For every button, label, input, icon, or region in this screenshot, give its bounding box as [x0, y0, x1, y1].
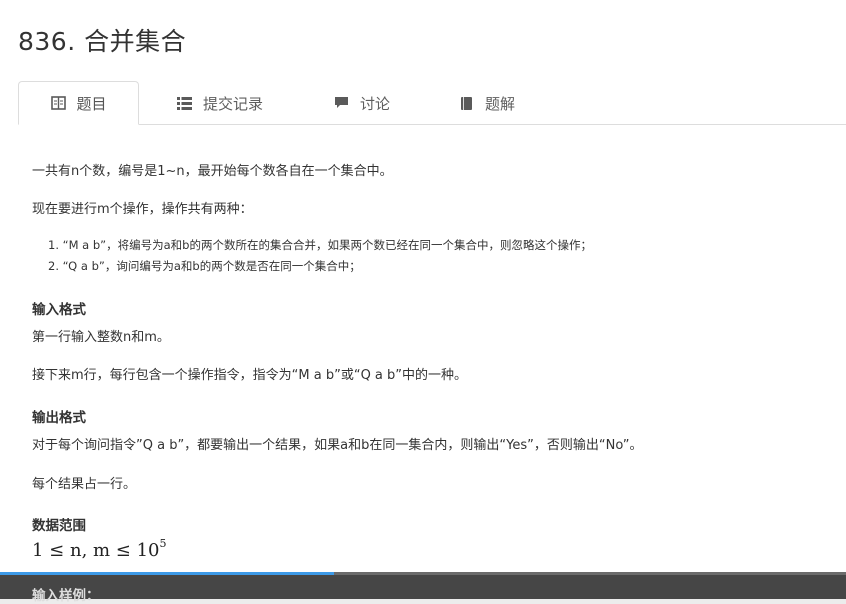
output-line-2: 每个结果占一行。 — [32, 477, 137, 492]
data-range-formula-base: 1 ≤ n, m ≤ 10 — [32, 540, 160, 561]
tab-discussion[interactable]: 讨论 — [312, 81, 412, 125]
operation-merge: 1. “M a b”，将编号为a和b的两个数所在的集合合并，如果两个数已经在同一… — [48, 238, 592, 252]
input-line-2: 接下来m行，每行包含一个操作指令，指令为“M a b”或“Q a b”中的一种。 — [32, 368, 468, 383]
tab-problem[interactable]: 题目 — [18, 81, 139, 125]
solution-book-icon — [459, 96, 475, 110]
data-range-formula-exponent: 5 — [159, 537, 167, 550]
video-progress-fill — [0, 572, 335, 575]
tab-submissions-label: 提交记录 — [202, 94, 263, 113]
book-icon — [50, 96, 66, 110]
operations-intro: 现在要进行m个操作，操作共有两种： — [32, 202, 253, 217]
output-format-heading: 输出格式 — [32, 410, 86, 426]
comment-icon — [334, 96, 350, 110]
tab-discussion-label: 讨论 — [359, 94, 390, 113]
video-control-bar[interactable] — [0, 572, 846, 599]
problem-card: 836. 合并集合 题目 提交记录 讨论 题解 一共有n个数，编号是1~n，最开… — [0, 0, 846, 604]
data-range-heading: 数据范围 — [32, 518, 86, 534]
output-line-1: 对于每个询问指令”Q a b”，都要输出一个结果，如果a和b在同一集合内，则输出… — [32, 438, 643, 453]
sample-input-heading: 输入样例： — [32, 588, 100, 604]
tabs-divider — [18, 124, 846, 125]
input-format-heading: 输入格式 — [32, 302, 86, 318]
tab-solutions-label: 题解 — [484, 94, 515, 113]
tab-submissions[interactable]: 提交记录 — [158, 81, 282, 125]
tab-problem-label: 题目 — [76, 94, 107, 113]
input-line-1: 第一行输入整数n和m。 — [32, 330, 170, 345]
page-title: 836. 合并集合 — [18, 27, 187, 56]
data-range-formula: 1 ≤ n, m ≤ 105 — [32, 537, 167, 561]
list-icon — [177, 96, 193, 110]
intro-text: 一共有n个数，编号是1~n，最开始每个数各自在一个集合中。 — [32, 164, 393, 179]
operation-query: 2. “Q a b”，询问编号为a和b的两个数是否在同一个集合中； — [48, 259, 361, 273]
tab-solutions[interactable]: 题解 — [437, 81, 537, 125]
